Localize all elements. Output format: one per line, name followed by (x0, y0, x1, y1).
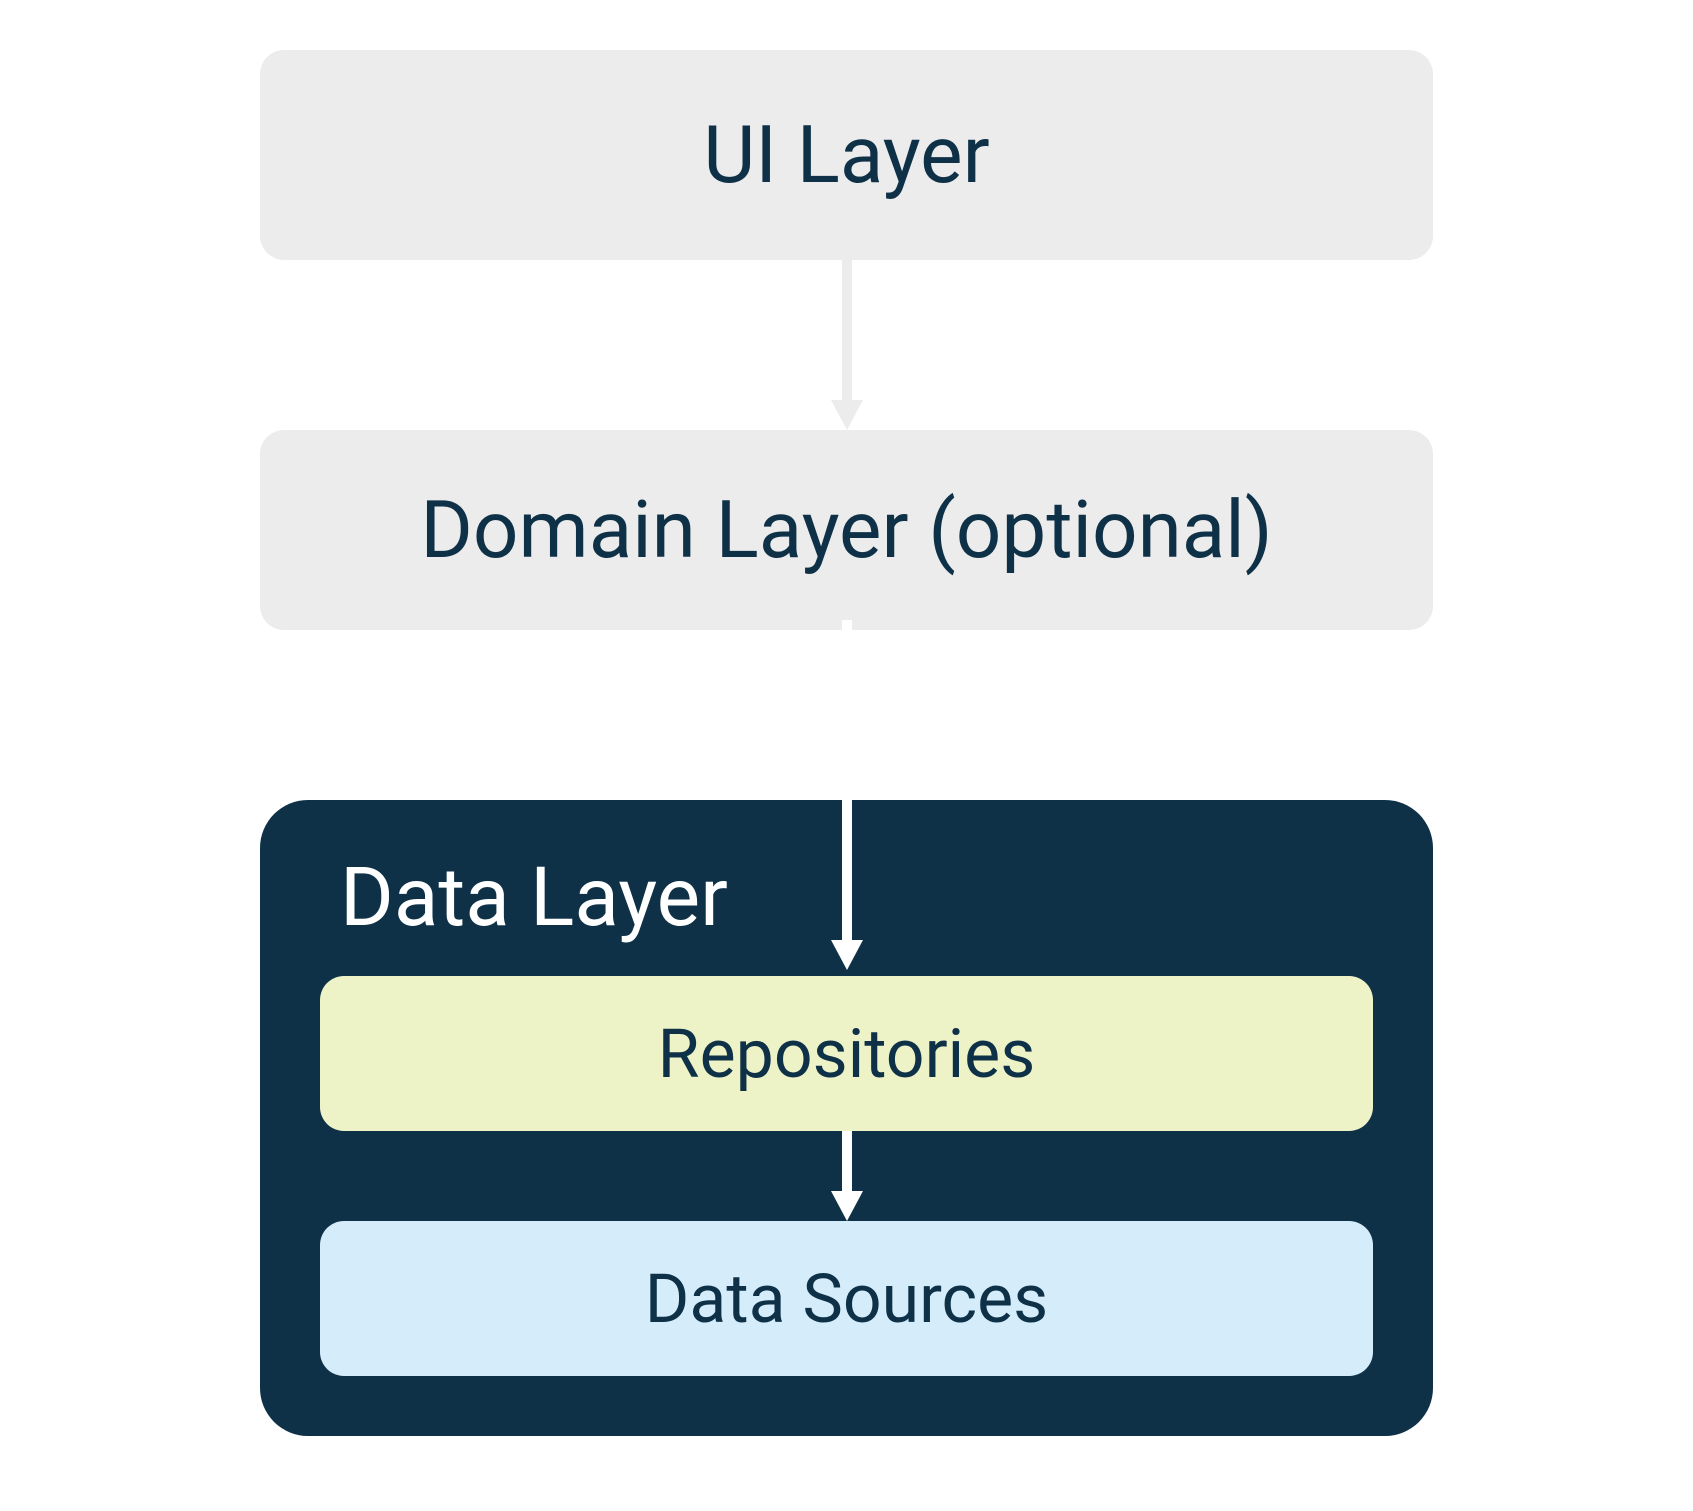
domain-layer-label: Domain Layer (optional) (420, 483, 1272, 577)
ui-layer-box: UI Layer (260, 50, 1433, 260)
ui-layer-label: UI Layer (703, 108, 989, 202)
arrow-down-icon (827, 260, 867, 430)
arrow-down-icon (827, 1131, 867, 1221)
data-layer-container: Data Layer Repositories Data Sources (260, 800, 1433, 1436)
repositories-label: Repositories (658, 1014, 1036, 1094)
data-sources-label: Data Sources (645, 1259, 1049, 1339)
arrow-down-icon (827, 620, 867, 970)
arrow-ui-to-domain (260, 260, 1433, 430)
data-sources-box: Data Sources (320, 1221, 1373, 1376)
arrow-repositories-to-datasources (320, 1131, 1373, 1221)
domain-layer-box: Domain Layer (optional) (260, 430, 1433, 630)
repositories-box: Repositories (320, 976, 1373, 1131)
arrow-domain-to-repositories (827, 620, 867, 970)
